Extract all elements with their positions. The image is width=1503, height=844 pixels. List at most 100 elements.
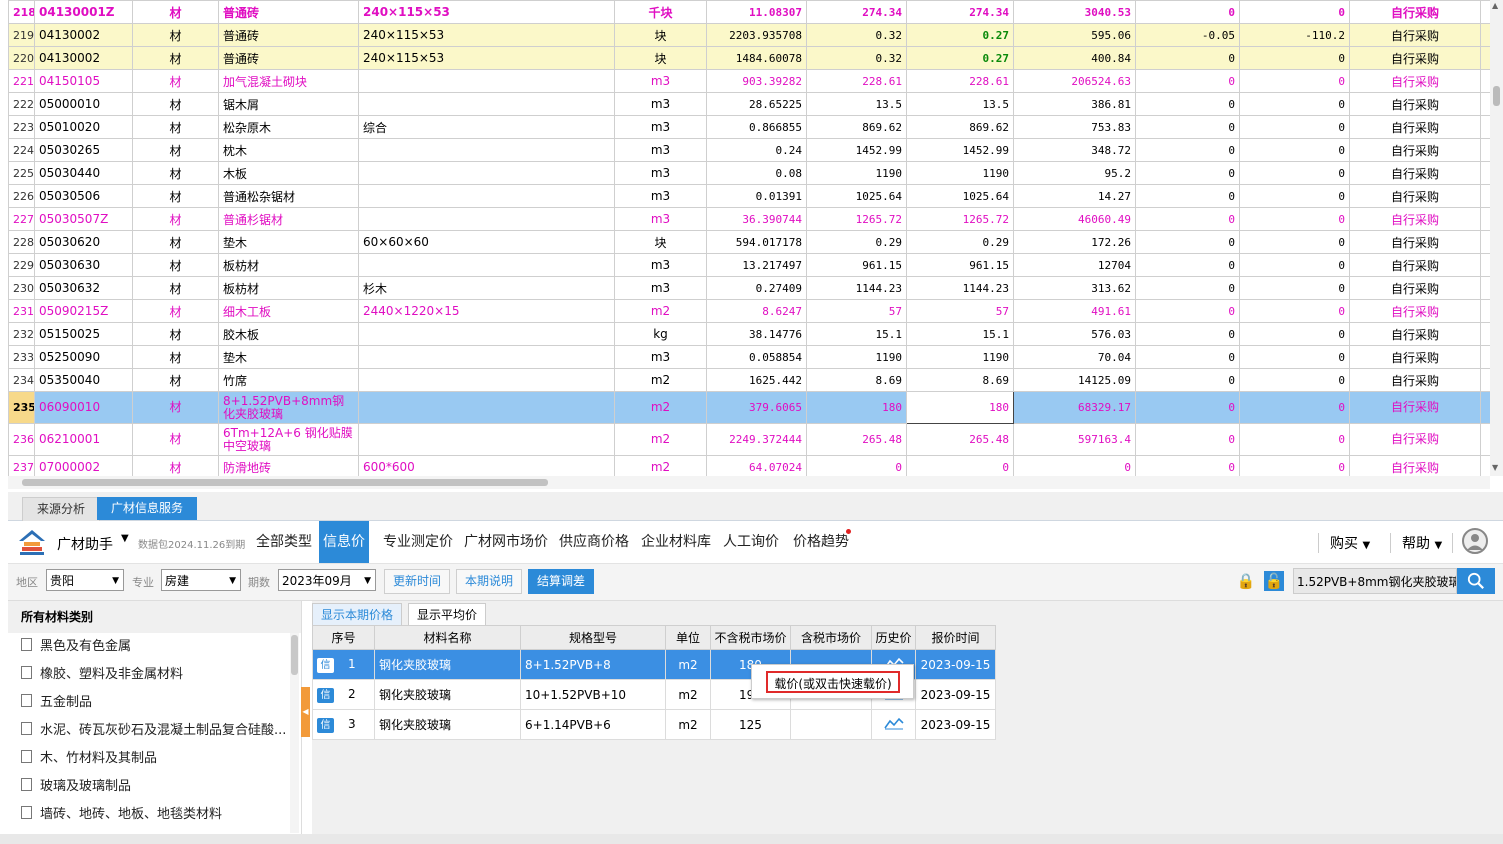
grid-cell-source[interactable]: 自行采购 (1349, 322, 1481, 346)
grid-cell-taxprice[interactable]: 228.61 (906, 69, 1014, 93)
grid-cell-source[interactable]: 自行采购 (1349, 423, 1481, 456)
grid-cell-type[interactable]: 材 (132, 230, 219, 254)
nav-all-types[interactable]: 全部类型 (252, 521, 316, 563)
grid-cell-d2[interactable]: 0 (1239, 423, 1350, 456)
grid-cell-qty[interactable]: 28.65225 (706, 92, 807, 116)
grid-cell-spec[interactable] (358, 207, 615, 231)
grid-cell-amount[interactable]: 348.72 (1013, 138, 1136, 162)
grid-cell-no[interactable]: 233 (8, 345, 35, 369)
grid-cell-type[interactable]: 材 (132, 161, 219, 185)
grid-cell-type[interactable]: 材 (132, 368, 219, 392)
grid-cell-unit[interactable]: m3 (614, 253, 707, 277)
grid-cell-price[interactable]: 869.62 (806, 115, 907, 139)
grid-cell-d1[interactable]: 0 (1135, 391, 1240, 424)
grid-cell-code[interactable]: 04150105 (34, 69, 133, 93)
category-scrollbar[interactable] (290, 633, 299, 833)
grid-cell-d1[interactable]: 0 (1135, 0, 1240, 24)
grid-cell-d1[interactable]: 0 (1135, 207, 1240, 231)
grid-cell-no[interactable]: 231 (8, 299, 35, 323)
grid-cell-qty[interactable]: 903.39282 (706, 69, 807, 93)
grid-cell-code[interactable]: 04130002 (34, 46, 133, 70)
grid-cell-no[interactable]: 226 (8, 184, 35, 208)
results-cell-date[interactable]: 2023-09-15 (915, 649, 996, 680)
grid-row[interactable]: 222 05000010 材锯木屑 m3 28.65225 13.5 13.5 386.81 0… (8, 92, 1490, 116)
grid-cell-name[interactable]: 细木工板 (218, 299, 359, 323)
grid-cell-no[interactable]: 218 (8, 0, 35, 24)
grid-cell-amount[interactable]: 753.83 (1013, 115, 1136, 139)
grid-cell-type[interactable]: 材 (132, 423, 219, 456)
grid-row[interactable]: 234 05350040 材竹席 m2 1625.442 8.69 8.69 14125.09… (8, 368, 1490, 392)
grid-row[interactable]: 237 07000002 材防滑地砖 600*600 m2 64.07024 0 0 0 0 0 自行… (8, 455, 1490, 476)
grid-row[interactable]: 231 05090215Z 材细木工板 2440×1220×15 m2 8.6247 57 5… (8, 299, 1490, 323)
category-item[interactable]: 木、竹材料及其制品 (8, 745, 291, 773)
grid-cell-price[interactable]: 1144.23 (806, 276, 907, 300)
results-cell-unit[interactable]: m2 (665, 649, 711, 680)
grid-row[interactable]: 227 05030507Z 材普通杉锯材 m3 36.390744 1265.72 1265… (8, 207, 1490, 231)
grid-cell-unit[interactable]: m3 (614, 184, 707, 208)
grid-cell-source[interactable]: 自行采购 (1349, 46, 1481, 70)
results-column-header[interactable]: 不含税市场价 (710, 625, 791, 650)
grid-cell-qty[interactable]: 2203.935708 (706, 23, 807, 47)
grid-cell-unit[interactable]: m3 (614, 69, 707, 93)
grid-cell-unit[interactable]: m2 (614, 455, 707, 476)
grid-cell-type[interactable]: 材 (132, 115, 219, 139)
results-cell-history[interactable] (871, 709, 916, 740)
period-select[interactable]: 2023年09月 ▼ (278, 569, 376, 591)
grid-cell-d2[interactable]: 0 (1239, 299, 1350, 323)
grid-cell-code[interactable]: 05350040 (34, 368, 133, 392)
grid-cell-price[interactable]: 0.32 (806, 46, 907, 70)
grid-cell-name[interactable]: 枕木 (218, 138, 359, 162)
grid-cell-no[interactable]: 228 (8, 230, 35, 254)
unlock-icon[interactable]: 🔓 (1264, 571, 1284, 591)
nav-manual-inquiry[interactable]: 人工询价 (719, 521, 783, 563)
tab-current-price[interactable]: 显示本期价格 (312, 603, 403, 627)
grid-cell-type[interactable]: 材 (132, 253, 219, 277)
grid-cell-code[interactable]: 06090010 (34, 391, 133, 424)
grid-cell-amount[interactable]: 68329.17 (1013, 391, 1136, 424)
grid-cell-d2[interactable]: 0 (1239, 92, 1350, 116)
grid-cell-spec[interactable]: 240×115×53 (358, 46, 615, 70)
grid-cell-qty[interactable]: 8.6247 (706, 299, 807, 323)
category-item[interactable]: 玻璃及玻璃制品 (8, 773, 291, 801)
results-column-header[interactable]: 单位 (665, 625, 711, 650)
grid-cell-code[interactable]: 05030440 (34, 161, 133, 185)
results-cell-name[interactable]: 钢化夹胶玻璃 (374, 649, 521, 680)
category-item[interactable]: 黑色及有色金属 (8, 633, 291, 661)
results-column-header[interactable]: 报价时间 (915, 625, 996, 650)
grid-cell-type[interactable]: 材 (132, 391, 219, 424)
grid-row[interactable]: 233 05250090 材垫木 m3 0.058854 1190 1190 70.04 0 0 自… (8, 345, 1490, 369)
settle-diff-button[interactable]: 结算调差 (528, 569, 595, 594)
grid-cell-name[interactable]: 防滑地砖 (218, 455, 359, 476)
results-cell-taxprice[interactable] (790, 709, 872, 740)
grid-cell-qty[interactable]: 0.24 (706, 138, 807, 162)
grid-row[interactable]: 229 05030630 材板枋材 m3 13.217497 961.15 961.15 12… (8, 253, 1490, 277)
grid-cell-amount[interactable]: 12704 (1013, 253, 1136, 277)
grid-cell-d2[interactable]: 0 (1239, 253, 1350, 277)
results-column-header[interactable]: 序号 (312, 625, 375, 650)
grid-cell-source[interactable]: 自行采购 (1349, 23, 1481, 47)
grid-cell-source[interactable]: 自行采购 (1349, 276, 1481, 300)
grid-cell-no[interactable]: 219 (8, 23, 35, 47)
grid-cell-name[interactable]: 松杂原木 (218, 115, 359, 139)
grid-cell-code[interactable]: 06210001 (34, 423, 133, 456)
grid-vertical-scrollbar[interactable]: ▲ ▼ (1490, 0, 1503, 476)
grid-cell-type[interactable]: 材 (132, 207, 219, 231)
grid-cell-name[interactable]: 6Tm+12A+6 钢化贴膜中空玻璃 (218, 423, 359, 456)
major-select[interactable]: 房建 ▼ (161, 569, 241, 591)
grid-cell-amount[interactable]: 386.81 (1013, 92, 1136, 116)
grid-cell-taxprice[interactable]: 180 (906, 391, 1014, 424)
grid-cell-amount[interactable]: 172.26 (1013, 230, 1136, 254)
grid-cell-qty[interactable]: 36.390744 (706, 207, 807, 231)
grid-cell-qty[interactable]: 0.058854 (706, 345, 807, 369)
grid-cell-taxprice[interactable]: 869.62 (906, 115, 1014, 139)
grid-cell-price[interactable]: 961.15 (806, 253, 907, 277)
grid-cell-price[interactable]: 274.34 (806, 0, 907, 24)
grid-cell-amount[interactable]: 597163.4 (1013, 423, 1136, 456)
nav-supplier-price[interactable]: 供应商价格 (555, 521, 633, 563)
grid-cell-amount[interactable]: 313.62 (1013, 276, 1136, 300)
grid-cell-amount[interactable]: 95.2 (1013, 161, 1136, 185)
grid-cell-d1[interactable]: 0 (1135, 69, 1240, 93)
grid-cell-spec[interactable] (358, 69, 615, 93)
grid-cell-name[interactable]: 垫木 (218, 345, 359, 369)
grid-cell-amount[interactable]: 491.61 (1013, 299, 1136, 323)
